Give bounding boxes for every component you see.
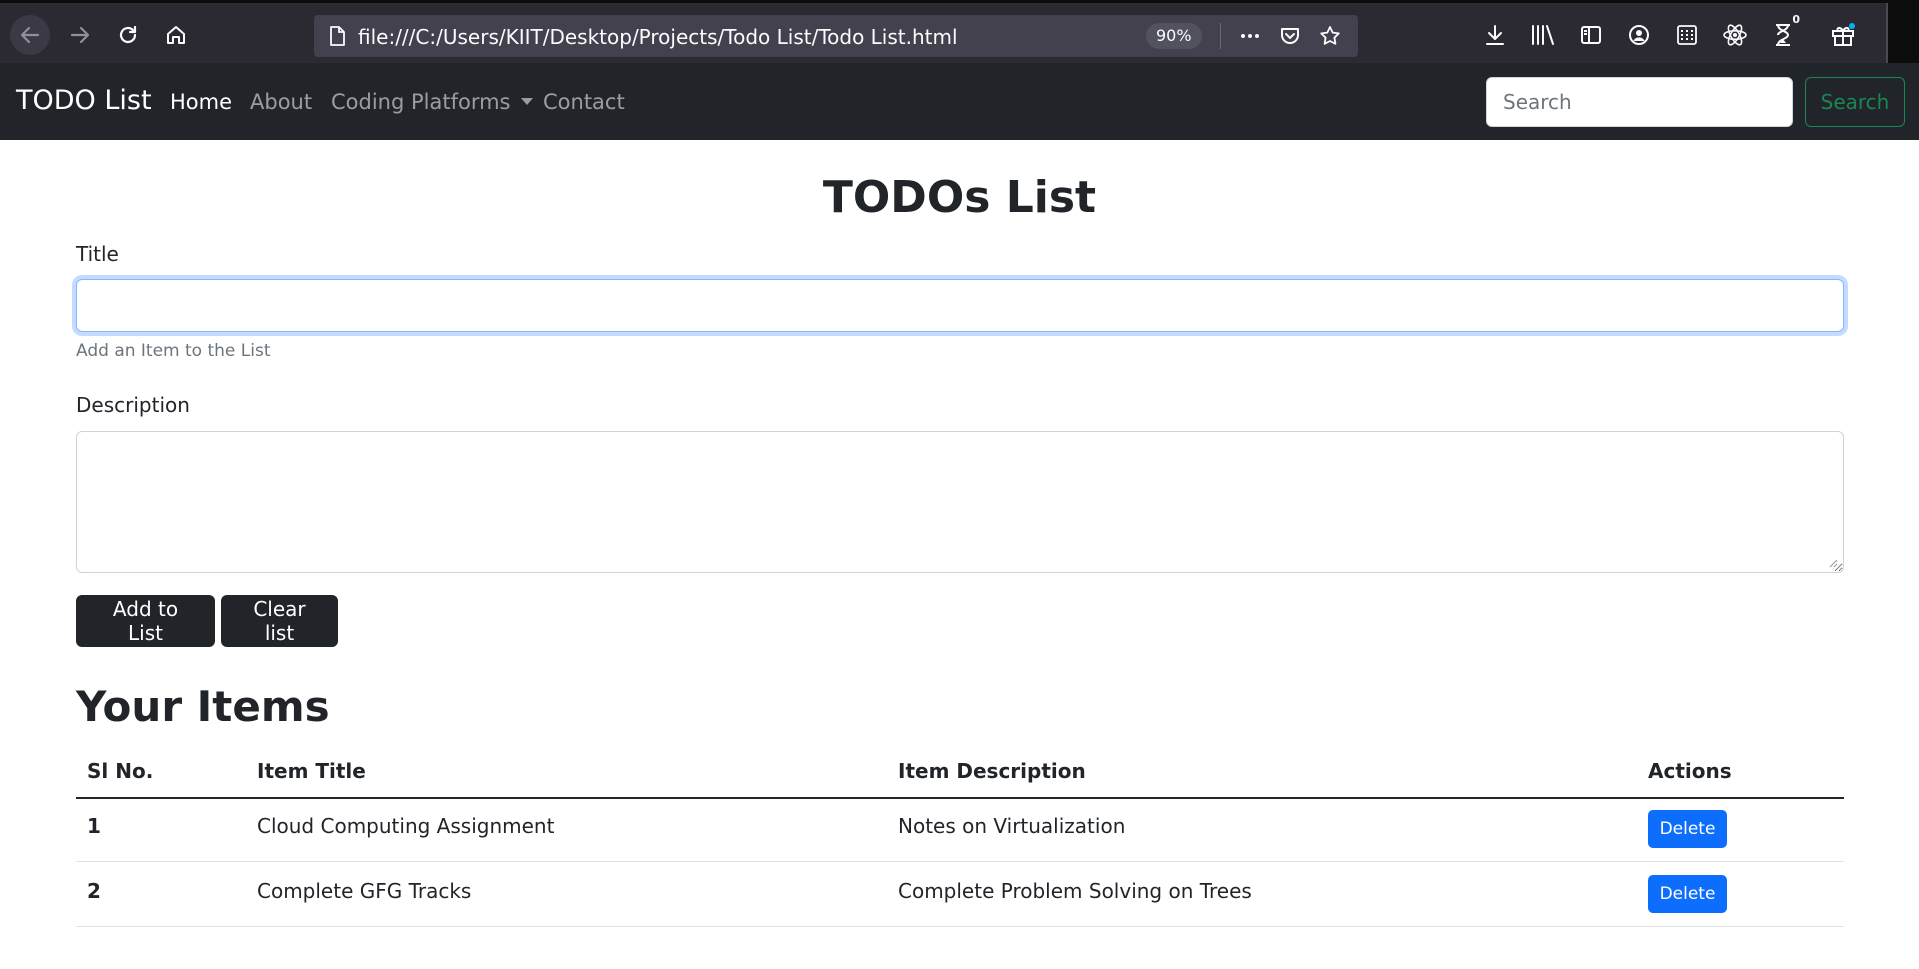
table-header-divider	[76, 797, 1844, 799]
title-input[interactable]	[76, 279, 1844, 332]
row-item-title: Cloud Computing Assignment	[257, 814, 555, 838]
zoom-level[interactable]: 90%	[1146, 23, 1202, 49]
search-button[interactable]: Search	[1805, 77, 1905, 127]
bookmark-star-icon[interactable]	[1318, 24, 1342, 48]
forward-icon	[70, 26, 90, 44]
timer-icon[interactable]: 0	[1770, 13, 1802, 48]
navbar-brand[interactable]: TODO List	[16, 85, 152, 116]
your-items-heading: Your Items	[76, 682, 330, 731]
nav-link-coding-platforms-label: Coding Platforms	[331, 90, 511, 114]
gift-icon[interactable]	[1830, 22, 1856, 48]
row-item-description: Notes on Virtualization	[898, 814, 1126, 838]
pocket-icon[interactable]	[1278, 24, 1302, 48]
nav-link-about[interactable]: About	[250, 90, 312, 114]
add-to-list-button[interactable]: Add to List	[76, 595, 215, 647]
url-text[interactable]: file:///C:/Users/KIIT/Desktop/Projects/T…	[358, 25, 958, 49]
column-header-item-description: Item Description	[898, 759, 1086, 783]
title-help-text: Add an Item to the List	[76, 341, 271, 361]
row-divider	[76, 926, 1844, 927]
back-icon	[20, 26, 40, 44]
reload-icon	[119, 25, 137, 44]
forward-button[interactable]	[60, 15, 100, 55]
tab-strip	[0, 0, 1919, 3]
home-button[interactable]	[156, 15, 196, 55]
column-header-item-title: Item Title	[257, 759, 366, 783]
search-input[interactable]	[1486, 77, 1793, 127]
page-icon	[330, 26, 345, 46]
resize-grip-icon[interactable]	[1826, 556, 1838, 568]
library-icon[interactable]	[1530, 22, 1556, 48]
title-label: Title	[76, 242, 119, 266]
more-icon[interactable]	[1238, 24, 1262, 48]
reload-button[interactable]	[108, 15, 148, 55]
row-item-title: Complete GFG Tracks	[257, 879, 472, 903]
window-edge	[1886, 3, 1919, 66]
column-header-actions: Actions	[1648, 759, 1732, 783]
account-icon[interactable]	[1626, 22, 1652, 48]
description-textarea[interactable]	[76, 431, 1844, 573]
chevron-down-icon	[520, 98, 533, 105]
row-divider	[76, 861, 1844, 862]
sidebar-icon[interactable]	[1578, 22, 1604, 48]
row-item-description: Complete Problem Solving on Trees	[898, 879, 1252, 903]
nav-link-home[interactable]: Home	[170, 90, 232, 114]
row-number: 1	[87, 814, 101, 838]
column-header-sl-no: Sl No.	[87, 759, 154, 783]
page-title: TODOs List	[822, 172, 1097, 223]
nav-link-contact[interactable]: Contact	[543, 90, 625, 114]
back-button[interactable]	[10, 15, 50, 55]
browser-toolbar: file:///C:/Users/KIIT/Desktop/Projects/T…	[0, 0, 1919, 66]
delete-button[interactable]: Delete	[1648, 875, 1727, 913]
home-icon	[167, 26, 185, 44]
nav-link-coding-platforms[interactable]: Coding Platforms	[331, 90, 533, 114]
url-bar[interactable]: file:///C:/Users/KIIT/Desktop/Projects/T…	[314, 15, 1358, 57]
react-icon[interactable]	[1722, 22, 1748, 48]
row-number: 2	[87, 879, 101, 903]
clear-list-button[interactable]: Clear list	[221, 595, 338, 647]
app-navbar: TODO List Home About Coding Platforms Co…	[0, 63, 1919, 140]
download-icon[interactable]	[1482, 22, 1508, 48]
delete-button[interactable]: Delete	[1648, 810, 1727, 848]
description-label: Description	[76, 393, 190, 417]
urlbar-divider	[1220, 23, 1221, 49]
apps-grid-icon[interactable]	[1674, 22, 1700, 48]
notification-badge: 0	[1790, 13, 1802, 26]
